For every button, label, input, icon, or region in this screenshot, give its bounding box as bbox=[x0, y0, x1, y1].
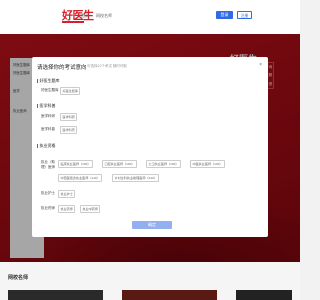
row-label: 医学科研 bbox=[41, 114, 55, 118]
logo-underline bbox=[62, 21, 84, 23]
register-button[interactable]: 注册 bbox=[237, 11, 252, 19]
teacher-card[interactable] bbox=[236, 290, 292, 300]
exam-tag[interactable]: 执业药师 bbox=[58, 205, 76, 213]
teachers-section: 网校名师 bbox=[0, 262, 300, 300]
exam-tag[interactable]: 执业护士 bbox=[58, 190, 76, 198]
top-bar: 好医生 首页 网校名师 登录 注册 bbox=[0, 0, 300, 34]
exam-intent-dialog: 请选择你的考试意向 可选择10个考试 随时可取 × 好医生题库 好医生题库 好医… bbox=[32, 57, 268, 237]
confirm-button[interactable]: 确定 bbox=[132, 221, 172, 229]
exam-tag[interactable]: 中医执业医师（140） bbox=[190, 160, 225, 168]
row-label: 执业药师 bbox=[41, 206, 55, 210]
section-title: 医学科普 bbox=[37, 103, 56, 109]
close-icon[interactable]: × bbox=[259, 62, 262, 68]
exam-tag[interactable]: 医学科研 bbox=[60, 113, 78, 121]
dialog-title: 请选择你的考试意向 bbox=[37, 65, 87, 71]
section-heading: 网校名师 bbox=[8, 275, 29, 281]
exam-tag[interactable]: 好医生题库 bbox=[60, 87, 81, 95]
exam-tag[interactable]: 执业中药师 bbox=[80, 205, 101, 213]
nav-teachers[interactable]: 网校名师 bbox=[96, 13, 112, 19]
dialog-subtitle: 可选择10个考试 随时可取 bbox=[87, 64, 127, 68]
row-label: 执业护士 bbox=[41, 191, 55, 195]
exam-tag[interactable]: 乡村全科执业助理医师（240） bbox=[112, 174, 160, 182]
exam-tag[interactable]: 中西医结合执业医师（140） bbox=[58, 174, 103, 182]
section-title: 好医生题库 bbox=[37, 78, 60, 84]
exam-tag[interactable]: 医学科普 bbox=[60, 126, 78, 134]
section-title: 执业资格 bbox=[37, 143, 56, 149]
teacher-card[interactable] bbox=[122, 290, 217, 300]
nav-home[interactable]: 首页 bbox=[81, 13, 89, 19]
row-label: 执业（助理）医师 bbox=[41, 160, 55, 169]
row-label: 好医生题库 bbox=[41, 88, 59, 92]
exam-tag[interactable]: 公卫执业医师（100） bbox=[146, 160, 181, 168]
exam-tag[interactable]: 临床执业医师（100） bbox=[58, 160, 93, 168]
login-button[interactable]: 登录 bbox=[216, 11, 233, 19]
exam-tag[interactable]: 口腔执业医师（100） bbox=[102, 160, 137, 168]
teacher-card[interactable] bbox=[8, 290, 103, 300]
row-label: 医学科普 bbox=[41, 127, 55, 131]
